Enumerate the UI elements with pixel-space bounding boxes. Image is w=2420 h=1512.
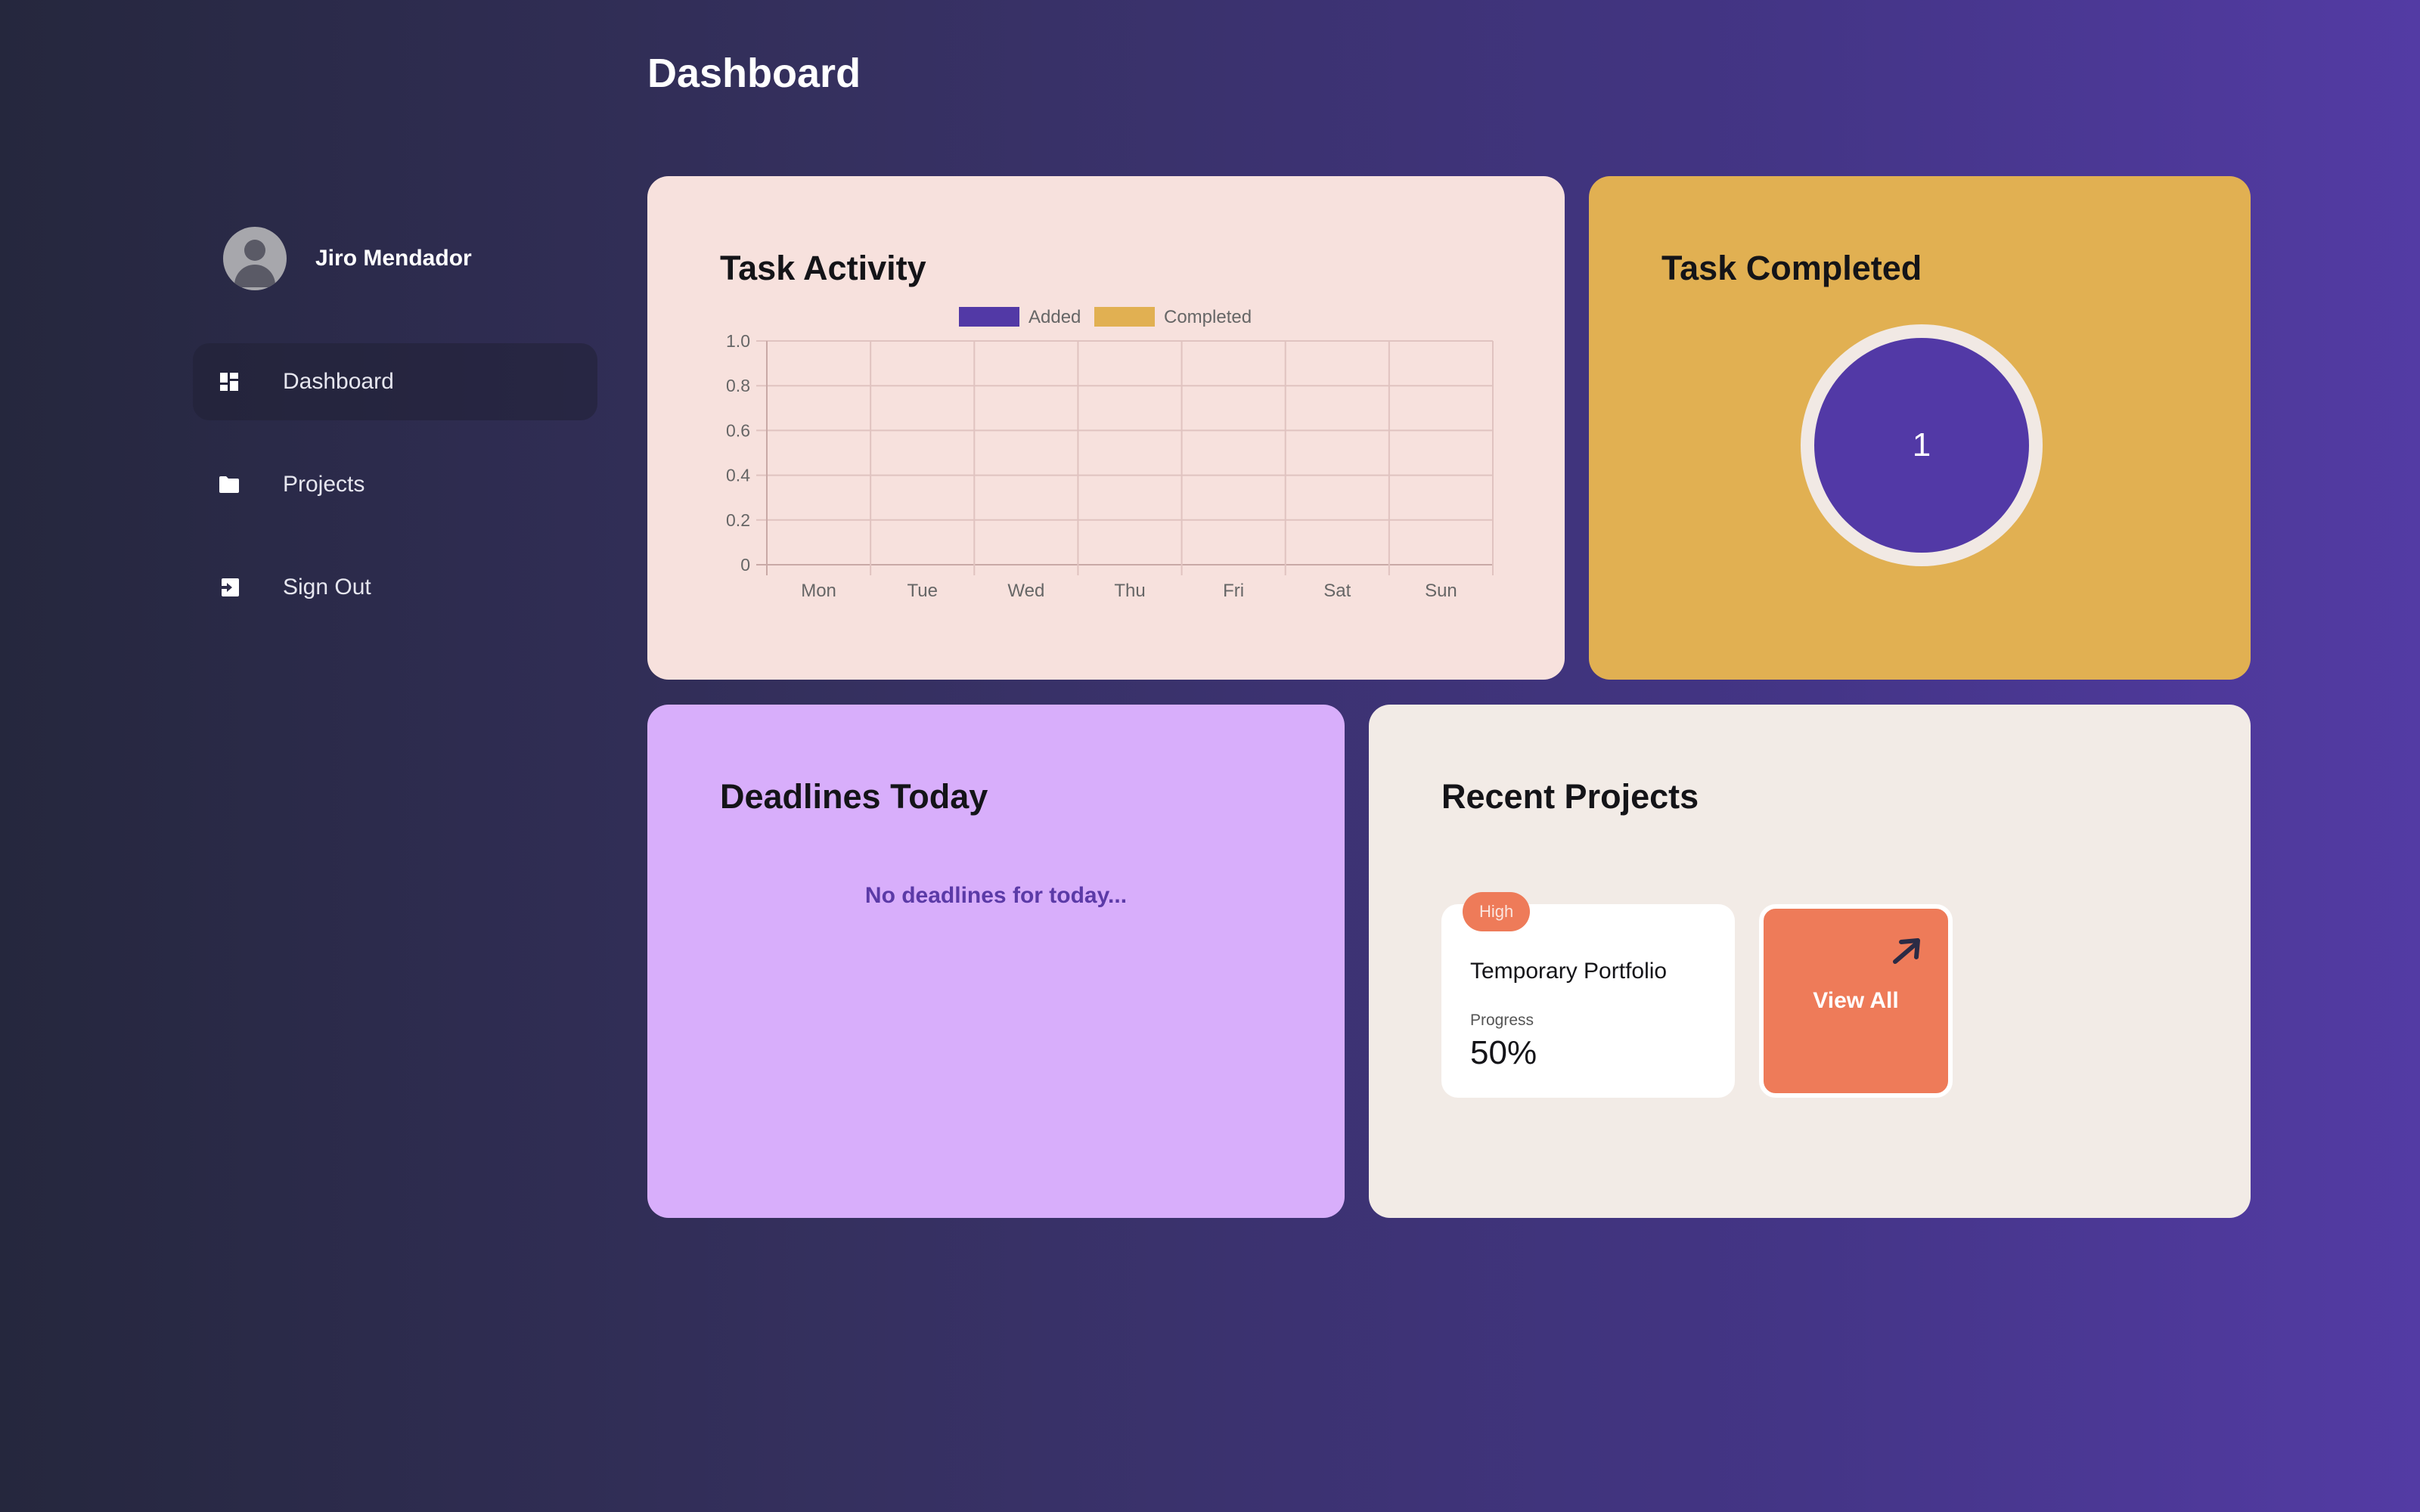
y-tick-label: 0.2	[726, 510, 750, 530]
task-completed-ring: 1	[1801, 324, 2043, 566]
x-tick-label: Sun	[1425, 581, 1457, 601]
sidebar: Jiro Mendador Dashboard Projects Sign Ou…	[193, 227, 597, 652]
sidebar-item-sign-out[interactable]: Sign Out	[193, 549, 597, 626]
no-deadlines-message: No deadlines for today...	[864, 883, 1128, 908]
task-activity-card: Task Activity Added Completed 0 0.2 0.4 0.6 0.…	[647, 176, 1565, 680]
sidebar-item-label: Projects	[283, 472, 365, 497]
sidebar-item-label: Sign Out	[283, 575, 371, 600]
avatar-icon	[223, 227, 287, 290]
legend-label: Completed	[1164, 307, 1252, 327]
sidebar-item-projects[interactable]: Projects	[193, 446, 597, 523]
dashboard-icon	[219, 372, 239, 392]
arrow-up-right-icon	[1893, 938, 1920, 964]
view-all-button[interactable]: View All	[1759, 904, 1953, 1098]
x-tick-label: Thu	[1114, 581, 1145, 601]
recent-projects-card: Recent Projects High Temporary Portfolio…	[1369, 705, 2251, 1218]
sign-out-icon	[219, 578, 239, 597]
y-tick-label: 0.4	[726, 466, 750, 485]
x-tick-label: Tue	[907, 581, 937, 601]
legend-swatch	[1094, 307, 1155, 327]
deadlines-today-card: Deadlines Today No deadlines for today..…	[647, 705, 1345, 1218]
legend-swatch	[959, 307, 1019, 327]
view-all-label: View All	[1813, 988, 1899, 1013]
priority-badge: High	[1463, 892, 1531, 931]
deadlines-today-title: Deadlines Today	[720, 777, 988, 816]
x-tick-label: Fri	[1223, 581, 1244, 601]
sidebar-item-label: Dashboard	[283, 369, 394, 394]
sidebar-item-dashboard[interactable]: Dashboard	[193, 343, 597, 420]
user-profile[interactable]: Jiro Mendador	[193, 227, 597, 290]
y-tick-label: 0.8	[726, 376, 750, 395]
project-name: Temporary Portfolio	[1470, 959, 1668, 984]
progress-value: 50%	[1470, 1034, 1537, 1071]
y-tick-label: 1.0	[726, 331, 750, 351]
project-card[interactable]: High Temporary Portfolio Progress 50%	[1441, 892, 1735, 1098]
task-completed-title: Task Completed	[1661, 249, 1922, 287]
y-tick-label: 0	[740, 555, 750, 575]
user-name: Jiro Mendador	[315, 246, 472, 271]
task-completed-count: 1	[1814, 338, 2029, 553]
legend-label: Added	[1028, 307, 1081, 327]
x-tick-label: Sat	[1323, 581, 1351, 601]
x-tick-label: Mon	[801, 581, 836, 601]
task-completed-card: Task Completed 1	[1589, 176, 2251, 680]
progress-label: Progress	[1470, 1012, 1534, 1029]
y-tick-label: 0.6	[726, 420, 750, 440]
x-tick-label: Wed	[1007, 581, 1044, 601]
task-activity-chart: Added Completed 0 0.2 0.4 0.6 0.8 1.0 Mon Tue Wed T…	[726, 307, 1494, 601]
recent-projects-title: Recent Projects	[1441, 777, 1699, 816]
page-title: Dashboard	[647, 51, 861, 96]
folder-icon	[219, 475, 239, 494]
